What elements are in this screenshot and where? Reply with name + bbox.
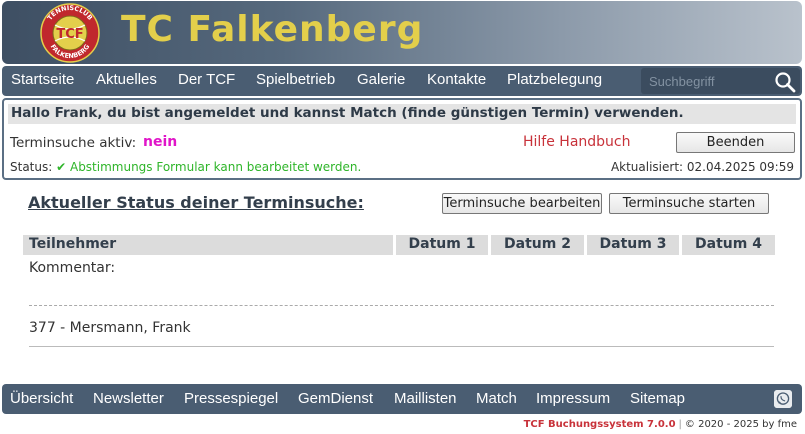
search-box [641, 68, 800, 94]
search-icon[interactable] [774, 71, 796, 93]
edit-search-button[interactable]: Terminsuche bearbeiten [442, 193, 602, 214]
terminsuche-label: Terminsuche aktiv: [10, 135, 137, 151]
divider [29, 346, 774, 347]
footer-item-maillisten[interactable]: Maillisten [394, 390, 457, 407]
column-teilnehmer: Teilnehmer [23, 235, 393, 255]
divider [29, 305, 774, 306]
start-search-button[interactable]: Terminsuche starten [609, 193, 769, 214]
status-prefix: Status: [10, 160, 53, 174]
participant-row: 377 - Mersmann, Frank [29, 320, 191, 336]
status-text: ✔ Abstimmungs Formular kann bearbeitet w… [56, 160, 362, 174]
comment-label: Kommentar: [29, 260, 116, 276]
search-input[interactable] [643, 70, 767, 92]
nav-item-platzbelegung[interactable]: Platzbelegung [507, 71, 602, 88]
footer-item-pressespiegel[interactable]: Pressespiegel [184, 390, 278, 407]
site-header: TCF TENNISCLUB FALKENBERG TC Falkenberg [2, 1, 802, 64]
nav-item-aktuelles[interactable]: Aktuelles [96, 71, 157, 88]
logo-center-text: TCF [56, 27, 83, 42]
help-manual-link[interactable]: Hilfe Handbuch [523, 134, 631, 150]
footer-item-uebersicht[interactable]: Übersicht [10, 390, 73, 407]
nav-item-spielbetrieb[interactable]: Spielbetrieb [256, 71, 335, 88]
session-panel: Hallo Frank, du bist angemeldet und kann… [2, 98, 802, 180]
footer-item-sitemap[interactable]: Sitemap [630, 390, 685, 407]
end-button[interactable]: Beenden [676, 132, 795, 153]
nav-item-der-tcf[interactable]: Der TCF [178, 71, 235, 88]
terminsuche-status: nein [143, 134, 178, 150]
nav-item-galerie[interactable]: Galerie [357, 71, 405, 88]
copyright-text: © 2020 - 2025 by fme [684, 419, 797, 430]
whatsapp-icon[interactable] [774, 390, 792, 408]
footer-item-gemdienst[interactable]: GemDienst [298, 390, 373, 407]
main-nav: Startseite Aktuelles Der TCF Spielbetrie… [2, 66, 802, 96]
column-datum-4: Datum 4 [682, 235, 775, 255]
updated-timestamp: Aktualisiert: 02.04.2025 09:59 [610, 160, 794, 174]
footer-item-match[interactable]: Match [476, 390, 517, 407]
copyright-separator: | [678, 419, 682, 430]
column-datum-1: Datum 1 [396, 235, 488, 255]
footer-item-newsletter[interactable]: Newsletter [93, 390, 164, 407]
system-brand[interactable]: TCF Buchungssystem 7.0.0 [524, 419, 676, 430]
greeting: Hallo Frank, du bist angemeldet und kann… [8, 104, 796, 124]
status-line: Status: ✔ Abstimmungs Formular kann bear… [10, 160, 361, 174]
footer-item-impressum[interactable]: Impressum [536, 390, 610, 407]
nav-item-kontakte[interactable]: Kontakte [427, 71, 486, 88]
status-heading: Aktueller Status deiner Terminsuche: [28, 193, 364, 212]
footer-nav: Übersicht Newsletter Pressespiegel GemDi… [2, 384, 802, 414]
copyright-line: TCF Buchungssystem 7.0.0 | © 2020 - 2025 b… [524, 419, 797, 430]
club-logo[interactable]: TCF TENNISCLUB FALKENBERG [38, 3, 102, 63]
site-title: TC Falkenberg [121, 9, 424, 50]
nav-item-startseite[interactable]: Startseite [11, 71, 74, 88]
column-datum-3: Datum 3 [587, 235, 679, 255]
column-datum-2: Datum 2 [491, 235, 584, 255]
